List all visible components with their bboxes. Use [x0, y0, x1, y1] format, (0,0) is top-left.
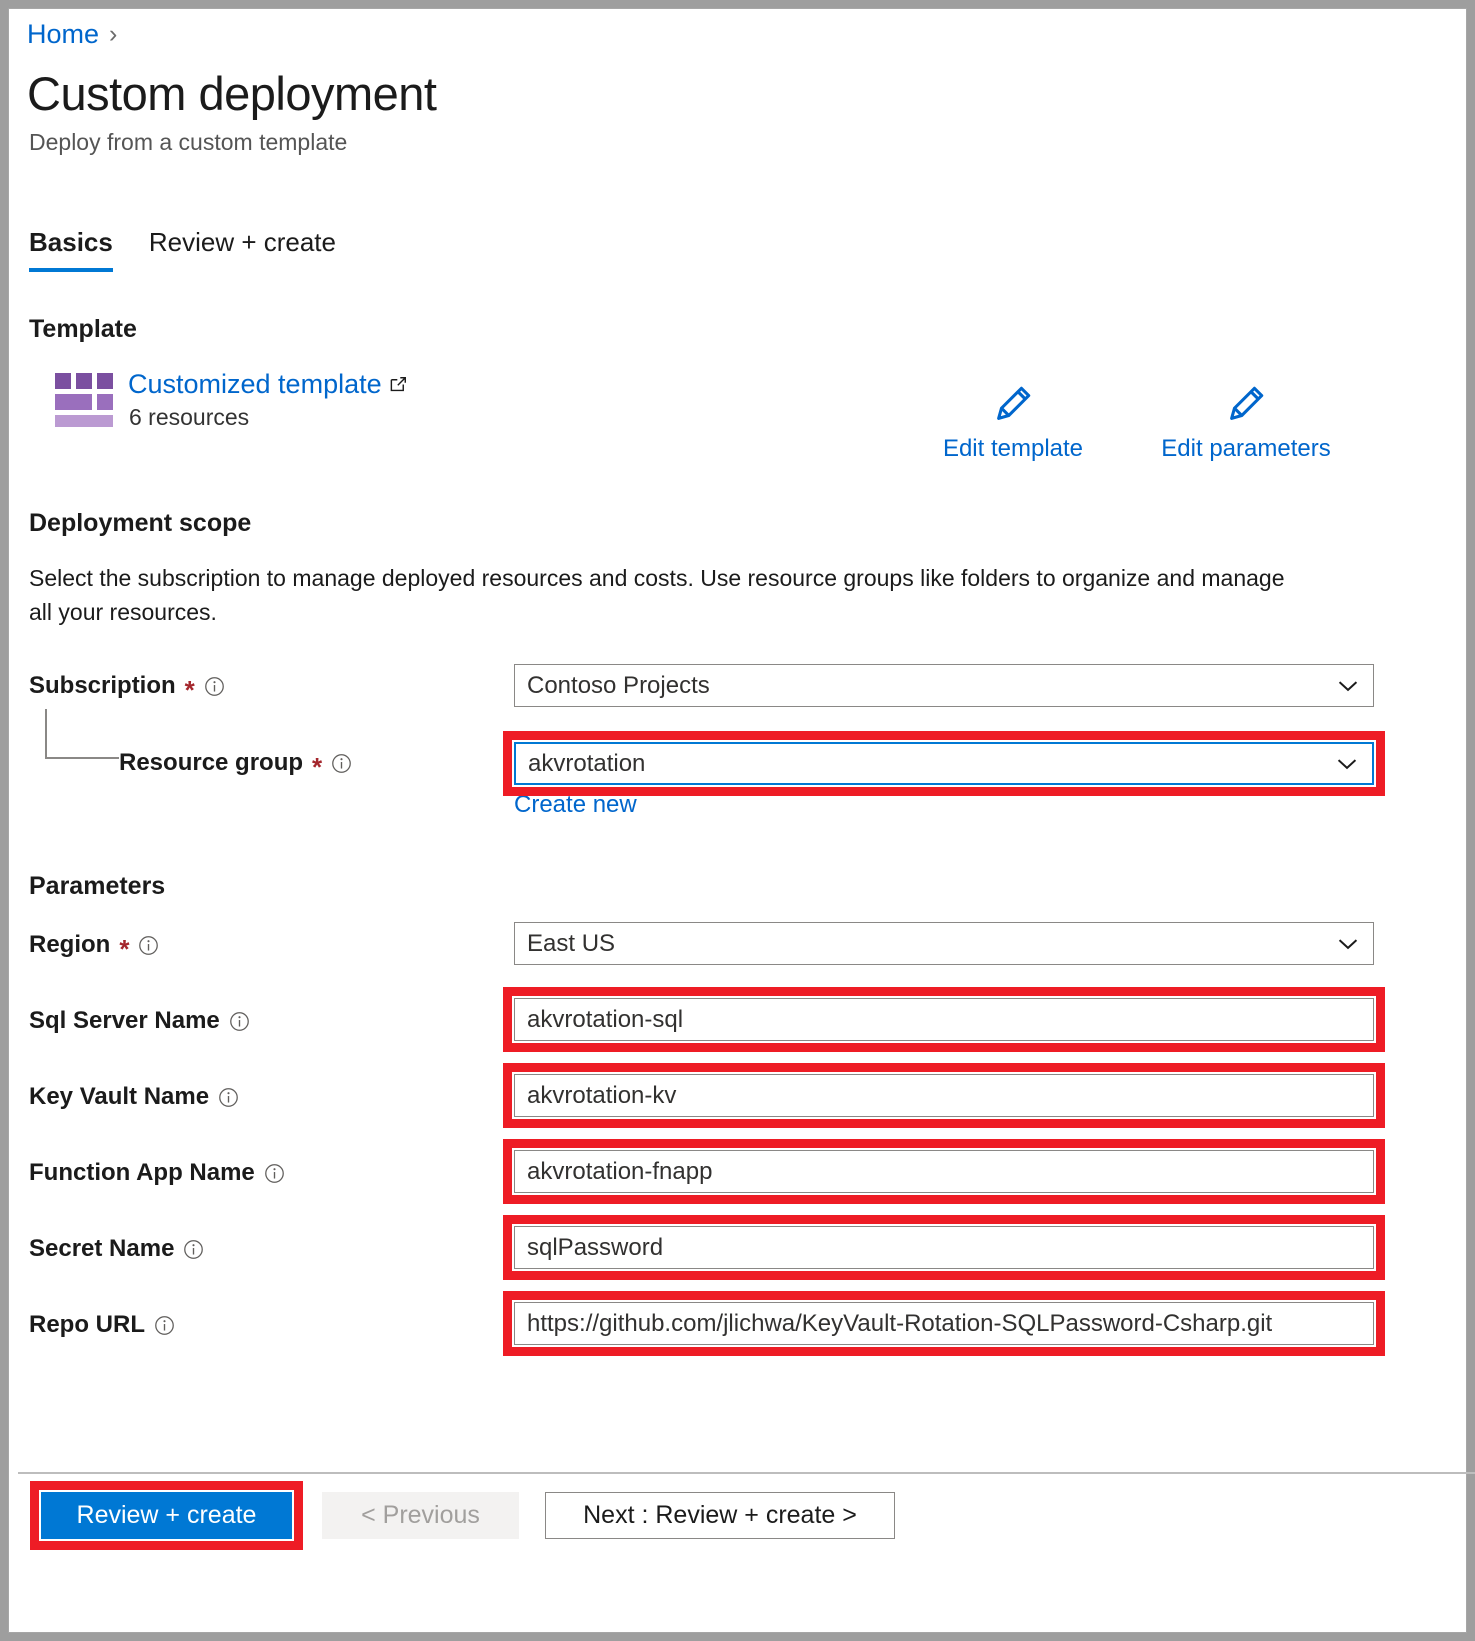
subscription-label-text: Subscription — [29, 672, 176, 699]
customized-template-label: Customized template — [128, 369, 382, 399]
sql-server-name-input[interactable]: akvrotation-sql — [514, 998, 1374, 1041]
footer-divider — [18, 1472, 1475, 1474]
breadcrumb-chevron-icon: › — [109, 20, 118, 48]
external-link-icon — [390, 377, 406, 392]
deployment-scope-description: Select the subscription to manage deploy… — [29, 565, 1285, 626]
region-select[interactable]: East US — [514, 922, 1374, 965]
region-value: East US — [527, 929, 616, 957]
key-vault-name-value: akvrotation-kv — [527, 1081, 677, 1109]
breadcrumb: Home › — [27, 19, 117, 50]
breadcrumb-home-link[interactable]: Home — [27, 19, 99, 50]
next-review-create-button[interactable]: Next : Review + create > — [545, 1492, 895, 1539]
sql-server-name-value: akvrotation-sql — [527, 1005, 684, 1033]
secret-name-label: Secret Name — [29, 1235, 204, 1263]
tab-review-create[interactable]: Review + create — [149, 227, 336, 272]
sql-server-name-label-text: Sql Server Name — [29, 1007, 220, 1034]
info-icon[interactable] — [229, 1011, 250, 1032]
screenshot-root: Home › Custom deployment Deploy from a c… — [0, 0, 1475, 1641]
repo-url-label-text: Repo URL — [29, 1311, 145, 1338]
key-vault-name-label: Key Vault Name — [29, 1083, 239, 1111]
review-create-button[interactable]: Review + create — [41, 1492, 292, 1539]
region-required-marker: * — [119, 934, 130, 964]
edit-parameters-label: Edit parameters — [1161, 435, 1331, 462]
info-icon[interactable] — [218, 1087, 239, 1108]
create-new-resource-group-link[interactable]: Create new — [514, 791, 637, 819]
info-icon[interactable] — [138, 935, 159, 956]
secret-name-label-text: Secret Name — [29, 1235, 175, 1262]
custom-deployment-blade: Home › Custom deployment Deploy from a c… — [8, 8, 1475, 1633]
edit-template-label: Edit template — [942, 435, 1084, 462]
deployment-scope-heading: Deployment scope — [29, 509, 252, 537]
edit-parameters-button[interactable]: Edit parameters — [1155, 381, 1337, 463]
function-app-name-label: Function App Name — [29, 1159, 285, 1187]
pencil-icon — [997, 386, 1031, 420]
resource-group-label: Resource group * — [119, 749, 352, 782]
chevron-down-icon — [1338, 680, 1358, 691]
page-title: Custom deployment — [27, 67, 437, 120]
parameters-heading: Parameters — [29, 872, 166, 900]
resource-group-required-marker: * — [312, 752, 323, 782]
customized-template-link[interactable]: Customized template — [128, 369, 408, 400]
subscription-label: Subscription * — [29, 672, 225, 705]
repo-url-label: Repo URL — [29, 1311, 175, 1339]
template-heading: Template — [29, 315, 137, 343]
info-icon[interactable] — [204, 676, 225, 697]
scope-connector-line — [45, 709, 119, 759]
function-app-name-value: akvrotation-fnapp — [527, 1157, 713, 1185]
region-label: Region * — [29, 931, 159, 964]
edit-template-button[interactable]: Edit template — [935, 381, 1091, 463]
resource-group-select[interactable]: akvrotation — [514, 742, 1374, 785]
subscription-value: Contoso Projects — [527, 671, 710, 699]
tab-basics[interactable]: Basics — [29, 227, 113, 272]
info-icon[interactable] — [183, 1239, 204, 1260]
key-vault-name-input[interactable]: akvrotation-kv — [514, 1074, 1374, 1117]
tab-bar: Basics Review + create — [29, 227, 336, 272]
sql-server-name-label: Sql Server Name — [29, 1007, 250, 1035]
previous-button: < Previous — [322, 1492, 519, 1539]
key-vault-name-label-text: Key Vault Name — [29, 1083, 210, 1110]
function-app-name-label-text: Function App Name — [29, 1159, 255, 1186]
info-icon[interactable] — [154, 1315, 175, 1336]
template-resources-count: 6 resources — [129, 404, 250, 430]
resource-group-label-text: Resource group — [119, 749, 304, 776]
pencil-icon — [1230, 386, 1264, 420]
function-app-name-input[interactable]: akvrotation-fnapp — [514, 1150, 1374, 1193]
region-label-text: Region — [29, 931, 111, 958]
repo-url-input[interactable]: https://github.com/jlichwa/KeyVault-Rota… — [514, 1302, 1374, 1345]
info-icon[interactable] — [331, 753, 352, 774]
resource-group-value: akvrotation — [528, 749, 646, 777]
page-subtitle: Deploy from a custom template — [29, 129, 348, 155]
template-grid-icon — [55, 373, 113, 431]
chevron-down-icon — [1337, 758, 1357, 769]
info-icon[interactable] — [264, 1163, 285, 1184]
subscription-required-marker: * — [184, 675, 195, 705]
subscription-select[interactable]: Contoso Projects — [514, 664, 1374, 707]
repo-url-value: https://github.com/jlichwa/KeyVault-Rota… — [527, 1309, 1273, 1337]
chevron-down-icon — [1338, 938, 1358, 949]
secret-name-value: sqlPassword — [527, 1233, 664, 1261]
secret-name-input[interactable]: sqlPassword — [514, 1226, 1374, 1269]
